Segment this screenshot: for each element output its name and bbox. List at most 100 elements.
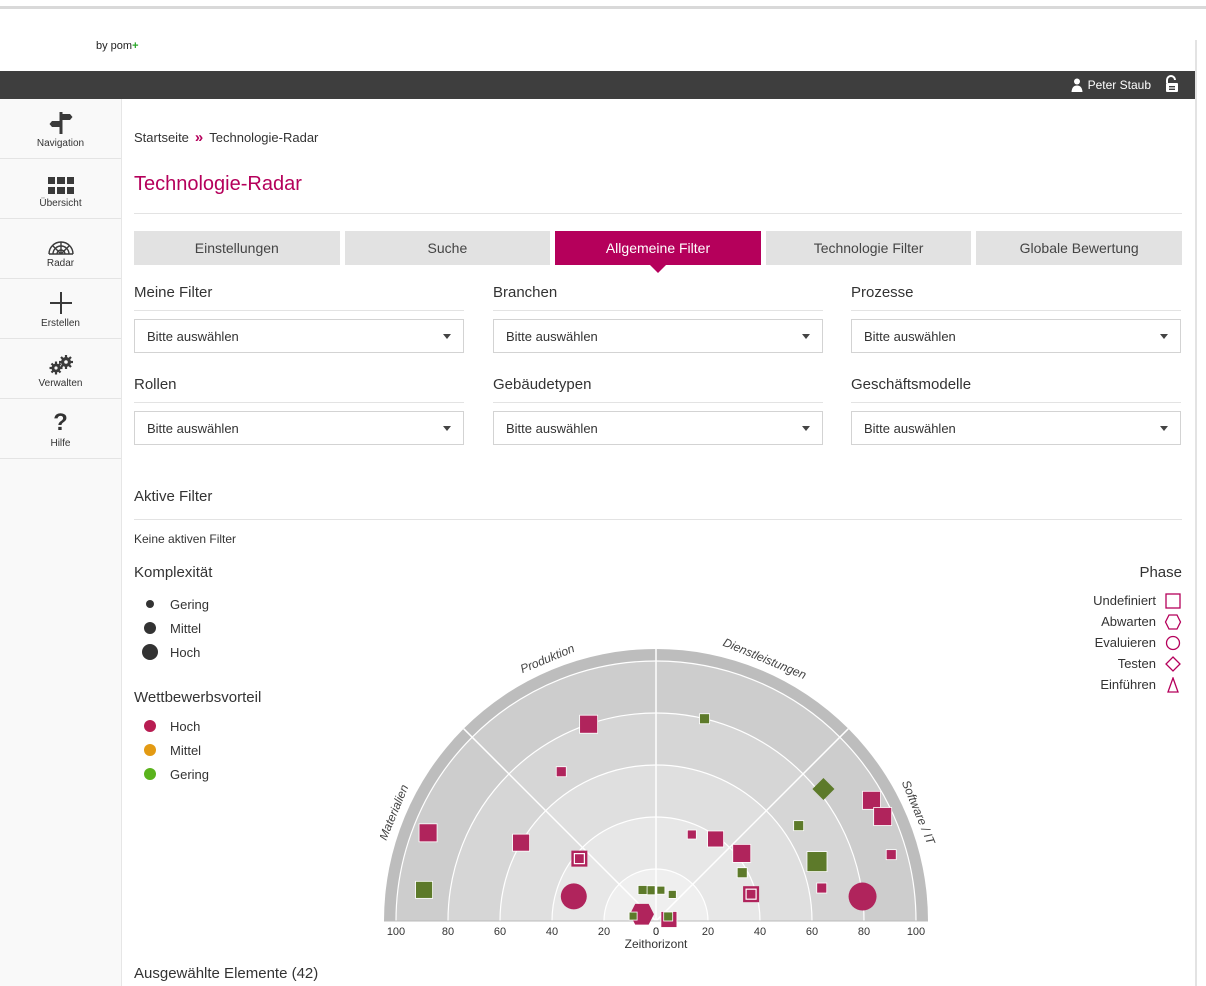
data-point bbox=[707, 830, 725, 848]
x-tick-label: 80 bbox=[858, 926, 870, 938]
top-bar: Peter Staub bbox=[0, 71, 1195, 99]
tab-allgemeine-filter[interactable]: Allgemeine Filter bbox=[555, 231, 761, 273]
square-outline-icon bbox=[1165, 592, 1181, 609]
data-point bbox=[663, 911, 674, 922]
phase-legend: Phase Undefiniert Abwarten Evaluieren Te… bbox=[1093, 564, 1182, 695]
filter-label: Meine Filter bbox=[134, 284, 213, 301]
hexagon-outline-icon bbox=[1164, 613, 1182, 630]
x-tick-label: 80 bbox=[442, 926, 454, 938]
meine-filter-select[interactable]: Bitte auswählen bbox=[134, 319, 464, 353]
tab-suche[interactable]: Suche bbox=[344, 231, 551, 265]
advantage-legend: Hoch Mittel Gering bbox=[142, 714, 209, 786]
geschaeftsmodelle-select[interactable]: Bitte auswählen bbox=[851, 411, 1181, 445]
prozesse-select[interactable]: Bitte auswählen bbox=[851, 319, 1181, 353]
complexity-legend: Gering Mittel Hoch bbox=[142, 592, 209, 664]
data-point bbox=[862, 790, 881, 810]
radar-icon bbox=[47, 240, 74, 255]
data-point bbox=[848, 882, 877, 911]
data-point bbox=[699, 713, 710, 725]
sidebar-item-hilfe[interactable]: ? Hilfe bbox=[0, 399, 121, 459]
gebaeudetypen-select[interactable]: Bitte auswählen bbox=[493, 411, 823, 445]
phase-title: Phase bbox=[1139, 564, 1182, 581]
legend-item: Evaluieren bbox=[1093, 632, 1182, 653]
x-axis-label: Zeithorizont bbox=[625, 937, 688, 951]
data-point bbox=[793, 820, 805, 832]
filter-label: Gebäudetypen bbox=[493, 376, 592, 393]
gears-icon bbox=[49, 354, 73, 374]
filter-meine-filter: Meine Filter Bitte auswählen bbox=[134, 284, 464, 353]
tab-globale-bewertung[interactable]: Globale Bewertung bbox=[976, 231, 1182, 265]
filter-prozesse: Prozesse Bitte auswählen bbox=[851, 284, 1181, 353]
unlock-icon[interactable] bbox=[1163, 75, 1181, 93]
filter-label: Geschäftsmodelle bbox=[851, 376, 972, 393]
caret-down-icon bbox=[802, 426, 810, 431]
breadcrumb-separator: » bbox=[194, 129, 204, 146]
data-point bbox=[656, 885, 666, 895]
data-point bbox=[418, 823, 438, 843]
data-point bbox=[628, 911, 638, 921]
breadcrumb-current: Technologie-Radar bbox=[209, 130, 319, 145]
tab-bar: Einstellungen Suche Allgemeine Filter Te… bbox=[134, 231, 1182, 273]
filter-label: Branchen bbox=[493, 284, 558, 301]
legend-item: Mittel bbox=[142, 738, 209, 762]
branchen-select[interactable]: Bitte auswählen bbox=[493, 319, 823, 353]
filter-rollen: Rollen Bitte auswählen bbox=[134, 376, 464, 445]
circle-outline-icon bbox=[1165, 635, 1181, 650]
selected-elements-title: Ausgewählte Elemente (42) bbox=[134, 965, 319, 982]
sidebar-item-radar[interactable]: Radar bbox=[0, 219, 121, 279]
x-tick-label: 20 bbox=[598, 926, 610, 938]
legend-item: Hoch bbox=[142, 714, 209, 738]
data-point bbox=[645, 885, 656, 896]
data-point bbox=[512, 833, 531, 852]
active-filters-title: Aktive Filter bbox=[134, 488, 213, 505]
data-point bbox=[415, 880, 433, 899]
sidebar-item-erstellen[interactable]: Erstellen bbox=[0, 279, 121, 339]
data-point bbox=[686, 829, 697, 840]
legend-item: Testen bbox=[1093, 653, 1182, 674]
tab-einstellungen[interactable]: Einstellungen bbox=[134, 231, 340, 265]
data-point bbox=[732, 843, 752, 863]
user-menu[interactable]: Peter Staub bbox=[1071, 78, 1151, 92]
dot-orange-icon bbox=[144, 744, 156, 756]
sidebar-item-verwalten[interactable]: Verwalten bbox=[0, 339, 121, 399]
active-filters-divider bbox=[134, 519, 1182, 520]
triangle-outline-icon bbox=[1167, 676, 1179, 693]
data-point bbox=[873, 807, 893, 826]
x-tick-label: 60 bbox=[806, 926, 818, 938]
filter-label: Prozesse bbox=[851, 284, 914, 301]
dot-small-icon bbox=[146, 600, 154, 608]
page-title: Technologie-Radar bbox=[134, 173, 302, 195]
legend-item: Abwarten bbox=[1093, 611, 1182, 632]
legend-item: Mittel bbox=[142, 616, 209, 640]
dot-large-icon bbox=[142, 644, 158, 660]
caret-down-icon bbox=[1160, 334, 1168, 339]
sidebar: Navigation Übersicht Radar Erstellen Ver… bbox=[0, 99, 122, 986]
title-divider bbox=[134, 213, 1182, 214]
plus-icon bbox=[49, 291, 72, 314]
user-name: Peter Staub bbox=[1087, 78, 1151, 92]
data-point bbox=[806, 851, 828, 873]
filter-label: Rollen bbox=[134, 376, 177, 393]
signpost-icon bbox=[49, 111, 72, 134]
filter-geschaeftsmodelle: Geschäftsmodelle Bitte auswählen bbox=[851, 376, 1181, 445]
technology-radar-chart: MaterialienProduktion DienstleistungenSof… bbox=[380, 635, 939, 951]
filter-gebaeudetypen: Gebäudetypen Bitte auswählen bbox=[493, 376, 823, 445]
data-point bbox=[579, 714, 599, 734]
breadcrumb-home-link[interactable]: Startseite bbox=[134, 130, 189, 145]
legend-item: Gering bbox=[142, 762, 209, 786]
sidebar-item-uebersicht[interactable]: Übersicht bbox=[0, 159, 121, 219]
tab-technologie-filter[interactable]: Technologie Filter bbox=[765, 231, 972, 265]
data-point bbox=[637, 885, 648, 895]
dot-green-icon bbox=[144, 768, 156, 780]
data-point bbox=[560, 883, 587, 910]
x-tick-label: 40 bbox=[754, 926, 766, 938]
sidebar-item-navigation[interactable]: Navigation bbox=[0, 99, 121, 159]
complexity-title: Komplexität bbox=[134, 564, 213, 581]
filter-branchen: Branchen Bitte auswählen bbox=[493, 284, 823, 353]
rollen-select[interactable]: Bitte auswählen bbox=[134, 411, 464, 445]
advantage-title: Wettbewerbsvorteil bbox=[134, 689, 262, 706]
data-point bbox=[816, 882, 828, 894]
grid-icon bbox=[47, 176, 74, 194]
legend-item: Gering bbox=[142, 592, 209, 616]
caret-down-icon bbox=[443, 334, 451, 339]
